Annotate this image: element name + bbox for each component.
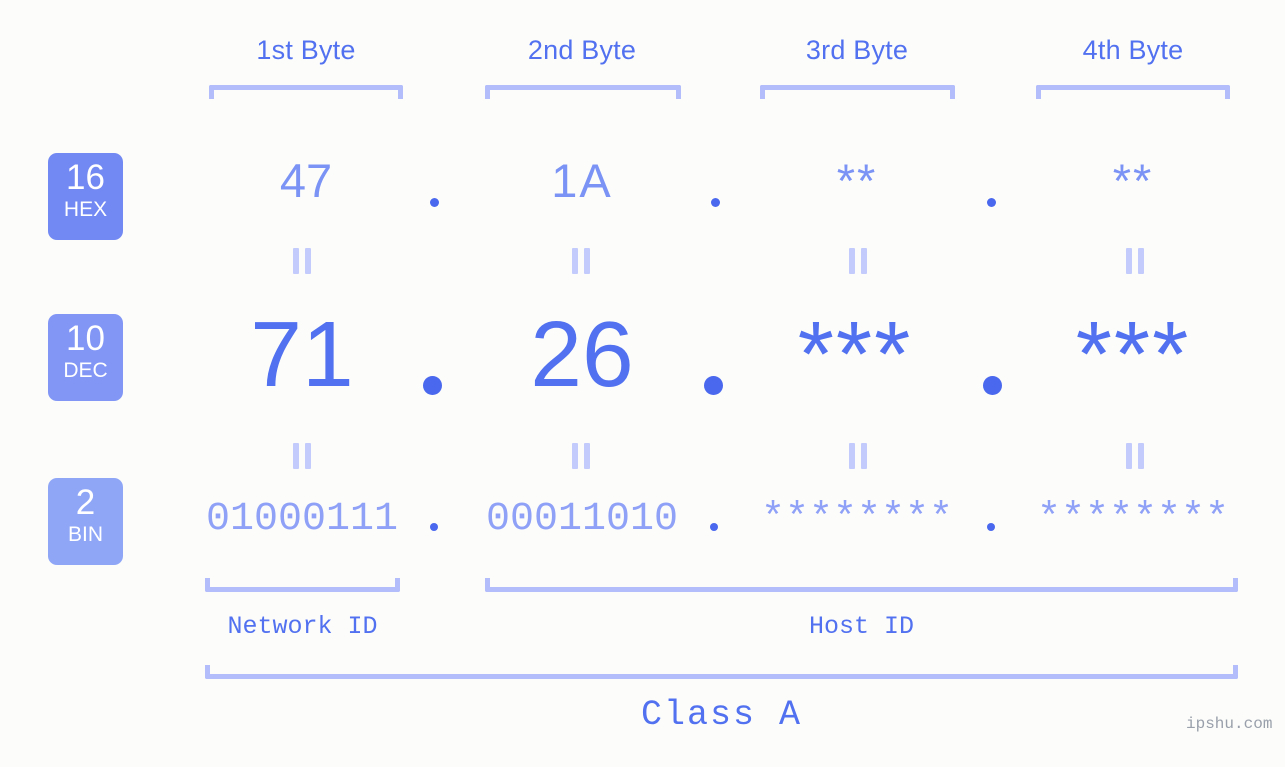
byte-bracket-3 bbox=[760, 85, 955, 99]
class-label: Class A bbox=[640, 695, 803, 735]
host-id-label: Host ID bbox=[808, 612, 915, 641]
bin-octet-1: 01000111 bbox=[205, 497, 399, 542]
hex-octet-4: ** bbox=[1112, 154, 1154, 207]
dec-separator-dot-2 bbox=[704, 376, 723, 395]
byte-bracket-2 bbox=[485, 85, 681, 99]
equals-mark-hex-dec-2 bbox=[572, 248, 591, 274]
class-bracket bbox=[205, 665, 1238, 679]
base-badge-hex-name: HEX bbox=[63, 198, 108, 221]
bin-octet-2: 00011010 bbox=[485, 497, 679, 542]
equals-mark-dec-bin-4 bbox=[1126, 443, 1145, 469]
hex-separator-dot-1 bbox=[430, 198, 439, 207]
base-badge-hex-number: 16 bbox=[66, 158, 105, 197]
dec-octet-2: 26 bbox=[530, 302, 634, 406]
bin-separator-dot-3 bbox=[987, 523, 995, 531]
equals-mark-hex-dec-3 bbox=[849, 248, 868, 274]
byte-bracket-1 bbox=[209, 85, 403, 99]
byte-header-2: 2nd Byte bbox=[527, 35, 637, 65]
hex-separator-dot-3 bbox=[987, 198, 996, 207]
ip-address-breakdown-diagram: 1st Byte 2nd Byte 3rd Byte 4th Byte 16 H… bbox=[0, 0, 1285, 767]
dec-octet-4: *** bbox=[1075, 302, 1191, 406]
base-badge-dec-number: 10 bbox=[66, 319, 105, 358]
equals-mark-dec-bin-1 bbox=[293, 443, 312, 469]
bin-octet-4: ******** bbox=[1036, 497, 1230, 542]
base-badge-dec-name: DEC bbox=[63, 359, 108, 382]
base-badge-bin-number: 2 bbox=[75, 483, 96, 522]
site-watermark: ipshu.com bbox=[1186, 715, 1273, 733]
dec-separator-dot-3 bbox=[983, 376, 1002, 395]
byte-bracket-4 bbox=[1036, 85, 1230, 99]
base-badge-bin: 2 BIN bbox=[48, 478, 123, 565]
byte-header-4: 4th Byte bbox=[1082, 35, 1184, 65]
host-id-bracket bbox=[485, 578, 1238, 592]
equals-mark-dec-bin-3 bbox=[849, 443, 868, 469]
bin-octet-3: ******** bbox=[760, 497, 954, 542]
bin-separator-dot-2 bbox=[710, 523, 718, 531]
dec-separator-dot-1 bbox=[423, 376, 442, 395]
base-badge-bin-name: BIN bbox=[67, 523, 103, 546]
byte-header-1: 1st Byte bbox=[256, 35, 356, 65]
equals-mark-hex-dec-4 bbox=[1126, 248, 1145, 274]
base-badge-dec: 10 DEC bbox=[48, 314, 123, 401]
hex-octet-3: ** bbox=[836, 154, 878, 207]
hex-octet-1: 47 bbox=[279, 154, 333, 207]
byte-header-3: 3rd Byte bbox=[805, 35, 909, 65]
equals-mark-hex-dec-1 bbox=[293, 248, 312, 274]
equals-mark-dec-bin-2 bbox=[572, 443, 591, 469]
bin-separator-dot-1 bbox=[430, 523, 438, 531]
base-badge-hex: 16 HEX bbox=[48, 153, 123, 240]
network-id-bracket bbox=[205, 578, 400, 592]
dec-octet-3: *** bbox=[797, 302, 913, 406]
hex-separator-dot-2 bbox=[711, 198, 720, 207]
hex-octet-2: 1A bbox=[551, 154, 613, 207]
dec-octet-1: 71 bbox=[250, 302, 354, 406]
network-id-label: Network ID bbox=[227, 612, 378, 641]
